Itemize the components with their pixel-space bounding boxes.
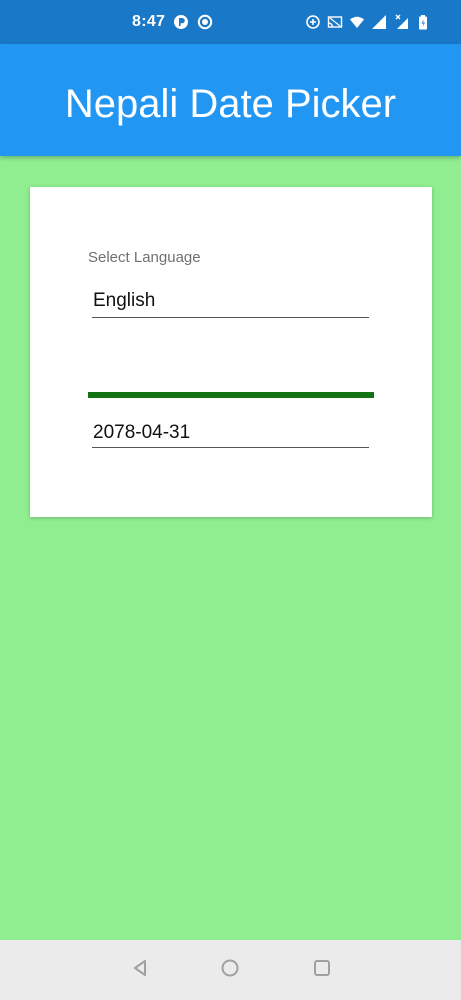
status-right-icons: [305, 14, 431, 30]
language-label: Select Language: [88, 249, 201, 266]
status-time: 8:47: [132, 13, 166, 30]
language-dropdown[interactable]: English: [92, 287, 369, 318]
date-picker-card: Select Language English 2078-04-31: [30, 187, 432, 517]
progress-bar: [88, 392, 374, 398]
signal-icon: [371, 14, 387, 30]
status-bar: 8:47: [0, 0, 461, 44]
back-icon: [130, 958, 150, 983]
date-value: 2078-04-31: [93, 422, 191, 443]
progress-fill: [88, 392, 374, 398]
app-notification-icon: [173, 14, 189, 30]
sync-icon: [305, 14, 321, 30]
cast-icon: [327, 14, 343, 30]
record-icon: [197, 14, 213, 30]
recents-icon: [312, 958, 332, 983]
app-bar: Nepali Date Picker: [0, 44, 461, 156]
app-title: Nepali Date Picker: [64, 82, 397, 126]
signal-no-data-icon: [393, 14, 409, 30]
date-field[interactable]: 2078-04-31: [92, 419, 369, 448]
navigation-bar: [0, 940, 461, 1000]
home-icon: [220, 958, 240, 983]
home-button[interactable]: [217, 957, 243, 983]
language-value: English: [93, 290, 156, 311]
status-left-icons: [173, 14, 213, 30]
battery-icon: [415, 14, 431, 30]
back-button[interactable]: [127, 957, 153, 983]
wifi-icon: [349, 14, 365, 30]
recents-button[interactable]: [309, 957, 335, 983]
